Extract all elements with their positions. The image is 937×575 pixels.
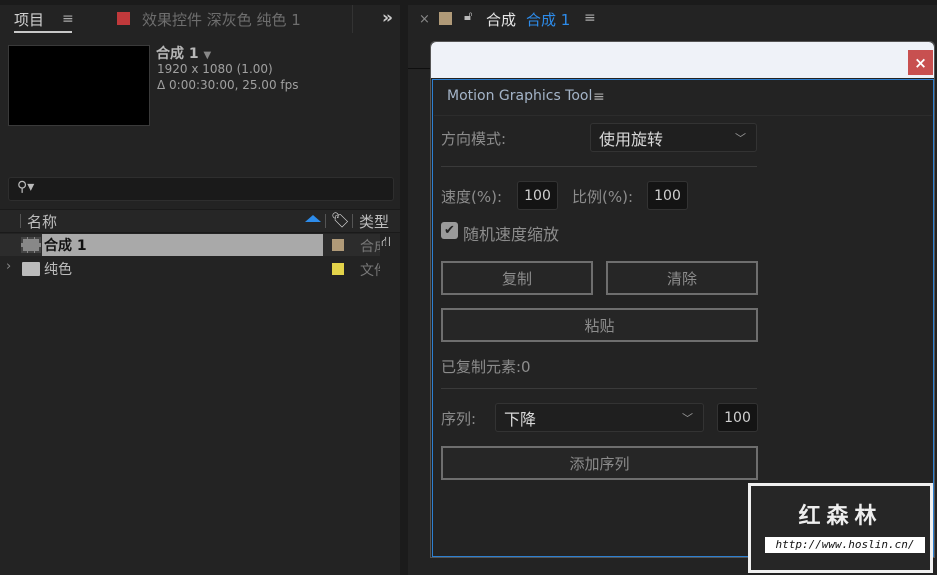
direction-mode-value: 使用旋转 — [599, 129, 664, 149]
copied-count: 已复制元素:0 — [441, 358, 531, 376]
sequence-amount-input[interactable]: 100 — [717, 403, 758, 432]
divider — [408, 68, 430, 69]
dialog-titlebar[interactable] — [431, 42, 934, 78]
sequence-value: 下降 — [504, 409, 537, 429]
clear-button[interactable]: 清除 — [606, 261, 758, 295]
project-item-row[interactable]: › 纯色 文件 — [0, 258, 400, 281]
sort-ascending-icon[interactable] — [305, 215, 321, 222]
add-sequence-button[interactable]: 添加序列 — [441, 446, 758, 480]
watermark-url: http://www.hoslin.cn/ — [765, 537, 925, 553]
tab-project-label: 项目 — [14, 11, 45, 29]
direction-mode-select[interactable]: 使用旋转 ﹀ — [590, 123, 757, 152]
project-search-input[interactable]: ⚲▾ — [8, 177, 394, 201]
search-icon: ⚲▾ — [17, 179, 35, 195]
tab-separator — [352, 5, 353, 33]
item-name: 合成 1 — [44, 238, 87, 254]
preview-resolution: 1920 x 1080 (1.00) — [157, 62, 273, 76]
overflow-chevron-icon[interactable]: » — [382, 8, 393, 28]
lock-icon[interactable]: 🔓︎ — [464, 9, 472, 24]
composition-icon — [21, 237, 41, 253]
item-type: 文件 — [360, 263, 380, 279]
comp-color-swatch — [439, 12, 452, 25]
random-speed-label: 随机速度缩放 — [463, 225, 560, 244]
close-tab-icon[interactable]: × — [419, 12, 430, 27]
panel-title: Motion Graphics Tool — [447, 88, 593, 104]
divider — [441, 166, 757, 167]
comp-tab-label[interactable]: 合成 — [486, 9, 516, 30]
column-divider — [352, 214, 353, 228]
folder-icon — [22, 262, 40, 276]
solid-color-swatch — [117, 12, 130, 25]
project-item-row[interactable]: 合成 1 合成 ⛙ — [0, 234, 400, 257]
copy-button[interactable]: 复制 — [441, 261, 593, 295]
divider — [441, 388, 757, 389]
tab-effect-controls[interactable]: 效果控件 深灰色 纯色 1 — [142, 9, 301, 30]
panel-divider[interactable] — [400, 0, 408, 575]
close-button[interactable]: × — [908, 50, 933, 75]
active-tab-underline — [14, 31, 72, 33]
sequence-label: 序列: — [441, 410, 477, 428]
comp-tab-name[interactable]: 合成 1 — [526, 9, 570, 30]
preview-name: 合成 1 ▼ — [156, 43, 211, 63]
motion-graphics-dialog: × Motion Graphics Tool ≡ — [430, 41, 935, 558]
scale-input[interactable]: 100 — [647, 181, 688, 210]
divider — [434, 115, 932, 116]
item-type: 合成 — [360, 239, 380, 255]
item-name: 纯色 — [44, 262, 72, 278]
panel-menu-icon[interactable]: ≡ — [584, 10, 596, 26]
column-divider — [20, 214, 21, 228]
scale-label: 比例(%): — [572, 188, 634, 206]
chevron-down-icon: ﹀ — [735, 131, 746, 145]
column-divider — [325, 214, 326, 228]
top-strip — [0, 0, 937, 5]
label-tag-icon[interactable]: 🏷 — [331, 211, 350, 229]
panel-menu-icon[interactable]: ≡ — [62, 11, 74, 27]
sequence-select[interactable]: 下降 ﹀ — [495, 403, 704, 432]
watermark-title: 红森林 — [798, 504, 883, 529]
paste-button[interactable]: 粘贴 — [441, 308, 758, 342]
panel-menu-icon[interactable]: ≡ — [593, 89, 605, 105]
column-type[interactable]: 类型 — [359, 211, 389, 232]
expand-chevron-icon[interactable]: › — [6, 259, 11, 274]
tab-project[interactable]: 项目 — [14, 9, 44, 30]
flowchart-icon[interactable]: ⛙ — [381, 234, 391, 252]
speed-input[interactable]: 100 — [517, 181, 558, 210]
column-name[interactable]: 名称 — [27, 211, 57, 232]
preview-name-text: 合成 1 — [156, 46, 199, 62]
label-color-swatch[interactable] — [332, 239, 344, 251]
watermark-logo: 红森林 http://www.hoslin.cn/ — [748, 483, 933, 573]
chevron-down-icon: ﹀ — [682, 411, 693, 425]
dropdown-triangle-icon[interactable]: ▼ — [204, 50, 212, 61]
direction-mode-label: 方向模式: — [441, 130, 507, 148]
speed-label: 速度(%): — [441, 188, 503, 206]
label-color-swatch[interactable] — [332, 263, 344, 275]
preview-duration: Δ 0:00:30:00, 25.00 fps — [157, 78, 299, 92]
project-list-header: 名称 🏷 类型 — [0, 209, 400, 233]
preview-thumbnail — [8, 45, 150, 126]
random-speed-checkbox[interactable]: ✔ — [441, 222, 458, 239]
